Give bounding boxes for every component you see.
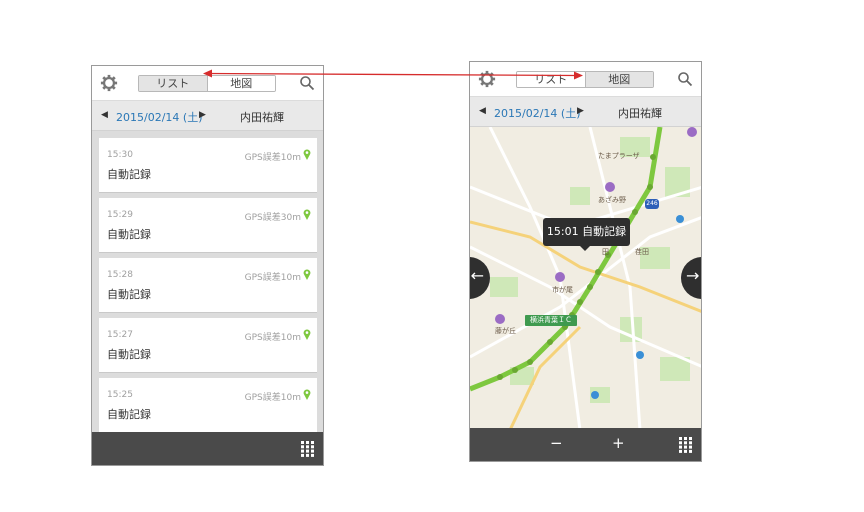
- record-time: 15:27: [107, 330, 133, 340]
- list-item[interactable]: 15:25 GPS誤差10m 自動記録: [99, 378, 317, 432]
- pin-icon: [303, 149, 311, 160]
- record-time: 15:28: [107, 270, 133, 280]
- interchange-sign: 横浜青葉ＩＣ: [525, 315, 577, 326]
- list-item[interactable]: 15:29 GPS誤差30m 自動記録: [99, 198, 317, 252]
- gps-accuracy: GPS誤差30m: [244, 213, 301, 223]
- record-label: 自動記録: [107, 228, 151, 241]
- pin-icon: [303, 209, 311, 220]
- bottom-toolbar: − +: [470, 428, 701, 461]
- route-shield: 246: [645, 199, 659, 209]
- record-label: 自動記録: [107, 168, 151, 181]
- gps-accuracy: GPS誤差10m: [244, 333, 301, 343]
- map-label-fujigaoka: 藤が丘: [495, 327, 516, 335]
- search-icon[interactable]: [677, 71, 693, 87]
- gear-icon[interactable]: [100, 74, 118, 92]
- bottom-toolbar: [92, 432, 323, 465]
- map-canvas[interactable]: たまプラーザ あざみ野 市が尾 藤が丘 田 荏田 246 横浜青葉ＩＣ 15:0…: [470, 127, 701, 428]
- view-toggle: リスト 地図: [516, 71, 654, 88]
- arrow-right-icon: →: [686, 266, 700, 285]
- phone-list-view: リスト 地図 ◀ 2015/02/14 (土) ▶ 内田祐輝 15:30 GPS…: [91, 65, 324, 466]
- user-name: 内田祐輝: [240, 111, 284, 124]
- prev-day-button[interactable]: ◀: [479, 106, 486, 116]
- map-label-den: 田: [602, 248, 609, 256]
- next-day-button[interactable]: ▶: [199, 110, 206, 120]
- map-label-tamaplaza: たまプラーザ: [598, 152, 640, 160]
- user-name: 内田祐輝: [618, 107, 662, 120]
- date-label[interactable]: 2015/02/14 (土): [494, 105, 580, 121]
- record-label: 自動記録: [107, 348, 151, 361]
- tab-map[interactable]: 地図: [206, 76, 275, 91]
- list-item[interactable]: 15:27 GPS誤差10m 自動記録: [99, 318, 317, 372]
- grid-icon[interactable]: [679, 437, 692, 453]
- gps-accuracy: GPS誤差10m: [244, 153, 301, 163]
- next-day-button[interactable]: ▶: [577, 106, 584, 116]
- zoom-in-button[interactable]: +: [612, 434, 625, 452]
- gps-accuracy: GPS誤差10m: [244, 273, 301, 283]
- record-list[interactable]: 15:30 GPS誤差10m 自動記録 15:29 GPS誤差30m 自動記録 …: [92, 131, 323, 432]
- map-background: [470, 127, 701, 428]
- date-bar: ◀ 2015/02/14 (土) ▶ 内田祐輝: [470, 96, 701, 127]
- zoom-out-button[interactable]: −: [550, 434, 563, 452]
- grid-icon[interactable]: [301, 441, 314, 457]
- tab-list[interactable]: リスト: [517, 72, 585, 87]
- view-toggle: リスト 地図: [138, 75, 276, 92]
- date-label[interactable]: 2015/02/14 (土): [116, 109, 202, 125]
- record-label: 自動記録: [107, 408, 151, 421]
- map-label-azamino: あざみ野: [598, 196, 626, 204]
- record-time: 15:29: [107, 210, 133, 220]
- record-tooltip[interactable]: 15:01 自動記録: [543, 218, 630, 251]
- phone-map-view: リスト 地図 ◀ 2015/02/14 (土) ▶ 内田祐輝 たまプラーザ あざ…: [469, 61, 702, 462]
- tab-map[interactable]: 地図: [584, 72, 653, 87]
- date-bar: ◀ 2015/02/14 (土) ▶ 内田祐輝: [92, 100, 323, 131]
- pin-icon: [303, 389, 311, 400]
- record-time: 15:25: [107, 390, 133, 400]
- record-label: 自動記録: [107, 288, 151, 301]
- record-time: 15:30: [107, 150, 133, 160]
- pin-icon: [303, 329, 311, 340]
- top-bar: リスト 地図: [470, 62, 701, 96]
- search-icon[interactable]: [299, 75, 315, 91]
- arrow-left-icon: ←: [470, 266, 484, 285]
- map-label-ogida: 荏田: [635, 248, 649, 256]
- gear-icon[interactable]: [478, 70, 496, 88]
- top-bar: リスト 地図: [92, 66, 323, 100]
- tab-list[interactable]: リスト: [139, 76, 207, 91]
- list-item[interactable]: 15:28 GPS誤差10m 自動記録: [99, 258, 317, 312]
- pin-icon: [303, 269, 311, 280]
- prev-day-button[interactable]: ◀: [101, 110, 108, 120]
- map-label-ichigao: 市が尾: [552, 286, 573, 294]
- list-item[interactable]: 15:30 GPS誤差10m 自動記録: [99, 138, 317, 192]
- gps-accuracy: GPS誤差10m: [244, 393, 301, 403]
